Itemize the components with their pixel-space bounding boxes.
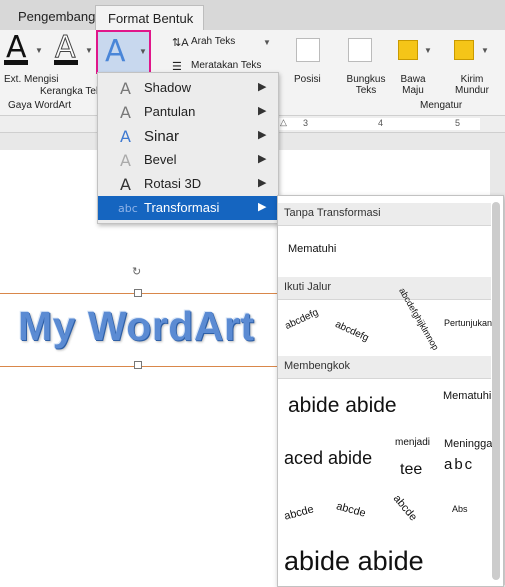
bring-forward-icon[interactable]	[398, 40, 418, 60]
tab-format-bentuk-label: Format Bentuk	[108, 11, 194, 26]
align-text-button[interactable]: Meratakan Teks	[191, 60, 261, 71]
menu-item-label: Pantulan	[144, 104, 196, 119]
menu-item-label: Transformasi	[144, 200, 220, 215]
text-fill-label: Ext. Mengisi	[4, 74, 59, 85]
warp-option[interactable]: abc	[444, 456, 474, 473]
text-effects-icon: A	[105, 34, 126, 69]
section-header-label: Membengkok	[284, 360, 351, 372]
tab-format-bentuk[interactable]: Format Bentuk	[95, 5, 204, 31]
submenu-arrow-icon: ▶	[258, 201, 267, 213]
wordart-group-label: Gaya WordArt	[8, 100, 72, 111]
follow-path-button-option[interactable]: Pertunjukan	[444, 318, 492, 328]
section-header-label: Tanpa Transformasi	[284, 207, 381, 219]
rotate-handle-icon[interactable]: ↻	[132, 265, 141, 278]
resize-handle-bottom[interactable]	[134, 361, 142, 369]
warp-option[interactable]: menjadi	[395, 437, 430, 448]
text-direction-button[interactable]: Arah Teks	[191, 36, 235, 47]
submenu-arrow-icon: ▶	[258, 153, 267, 165]
text-effects-dropdown-icon: ▼	[139, 47, 147, 56]
menu-item-shadow[interactable]: A Shadow ▶	[98, 76, 278, 100]
wrap-text-icon[interactable]	[348, 38, 372, 62]
warp-option[interactable]: Abs	[452, 504, 468, 514]
transform-gallery: Tanpa Transformasi Mematuhi Ikuti Jalur …	[277, 195, 504, 587]
menu-item-pantulan[interactable]: A Pantulan ▶	[98, 100, 278, 124]
menu-item-transformasi[interactable]: abc Transformasi ▶	[98, 196, 278, 220]
text-outline-color-bar	[54, 60, 78, 65]
ruler-indent-marker[interactable]: △	[280, 117, 287, 128]
text-effects-menu: A Shadow ▶ A Pantulan ▶ A Sinar ▶ A Beve…	[97, 72, 279, 224]
warp-option[interactable]: Meninggal	[444, 438, 495, 450]
section-header-warp: Membengkok	[278, 356, 491, 379]
text-effects-button[interactable]: A ▼	[96, 30, 151, 74]
warp-option[interactable]: abcde	[391, 493, 419, 524]
bevel-icon: A	[120, 151, 131, 170]
follow-path-arch-down-option[interactable]: abcdefg	[333, 319, 370, 344]
text-fill-icon[interactable]: A	[6, 33, 27, 63]
arrange-group-label: Mengatur	[420, 100, 463, 111]
menu-item-rotasi-3d[interactable]: A Rotasi 3D ▶	[98, 172, 278, 196]
submenu-arrow-icon: ▶	[258, 129, 267, 141]
ruler-mark: 4	[378, 118, 384, 128]
shadow-icon: A	[120, 79, 131, 98]
text-outline-dropdown-icon[interactable]: ▼	[85, 46, 93, 55]
text-direction-dropdown-icon[interactable]: ▼	[263, 38, 271, 47]
no-transform-option[interactable]: Mematuhi	[288, 243, 336, 255]
warp-option[interactable]: abide abide	[288, 394, 397, 418]
warp-option[interactable]: abide abide	[284, 546, 424, 577]
glow-icon: A	[120, 127, 131, 146]
menu-item-label: Shadow	[144, 80, 191, 95]
wrap-text-button[interactable]: Bungkus Teks	[346, 74, 386, 96]
transform-icon: abc	[118, 202, 138, 215]
position-button[interactable]: Posisi	[294, 74, 321, 85]
menu-item-bevel[interactable]: A Bevel ▶	[98, 148, 278, 172]
send-backward-icon[interactable]	[454, 40, 474, 60]
text-direction-icon: ⇅A	[172, 37, 189, 49]
bring-forward-button[interactable]: Bawa Maju	[396, 74, 430, 96]
warp-option[interactable]: abcde	[335, 500, 367, 519]
send-backward-button[interactable]: Kirim Mundur	[452, 74, 492, 96]
gallery-scrollbar[interactable]	[492, 202, 500, 580]
section-header-follow-path: Ikuti Jalur	[278, 277, 491, 300]
ribbon-tab-bar: Pengembang	[0, 0, 505, 31]
bring-forward-dropdown-icon[interactable]: ▼	[424, 46, 432, 55]
send-backward-dropdown-icon[interactable]: ▼	[481, 46, 489, 55]
warp-option[interactable]: tee	[400, 461, 422, 479]
position-icon[interactable]	[296, 38, 320, 62]
section-header-label: Ikuti Jalur	[284, 281, 332, 293]
submenu-arrow-icon: ▶	[258, 81, 267, 93]
menu-item-label: Rotasi 3D	[144, 176, 202, 191]
menu-item-label: Bevel	[144, 152, 177, 167]
submenu-arrow-icon: ▶	[258, 105, 267, 117]
warp-option[interactable]: abcde	[283, 503, 315, 522]
rotation-3d-icon: A	[120, 175, 131, 194]
text-fill-color-bar	[4, 60, 28, 65]
ruler-mark: 5	[455, 118, 461, 128]
menu-item-sinar[interactable]: A Sinar ▶	[98, 124, 278, 148]
menu-item-label: Sinar	[144, 128, 180, 145]
wordart-text[interactable]: My WordArt	[18, 303, 255, 350]
tab-pengembang[interactable]: Pengembang	[18, 9, 95, 24]
warp-option[interactable]: Mematuhi	[443, 390, 491, 402]
ruler-mark: 3	[303, 118, 309, 128]
resize-handle-top[interactable]	[134, 289, 142, 297]
reflection-icon: A	[120, 103, 131, 122]
text-outline-icon[interactable]: A	[55, 32, 77, 63]
follow-path-arch-up-option[interactable]: abcdefg	[283, 307, 320, 332]
warp-option[interactable]: aced abide	[284, 448, 372, 469]
text-fill-dropdown-icon[interactable]: ▼	[35, 46, 43, 55]
submenu-arrow-icon: ▶	[258, 177, 267, 189]
section-header-no-transform: Tanpa Transformasi	[278, 203, 491, 226]
